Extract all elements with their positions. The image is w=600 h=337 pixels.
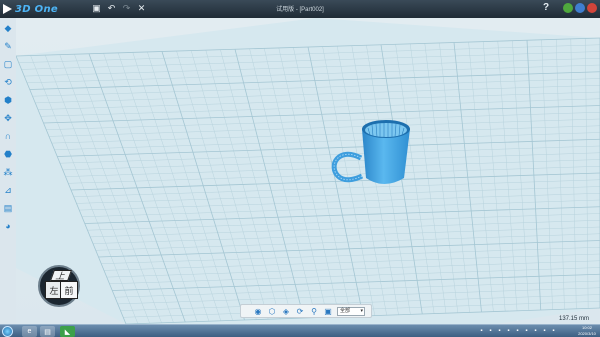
view-toolbar: ◉ ⬡ ◈ ⟳ ⚲ ▣ 全部 xyxy=(240,304,372,318)
view-eye-icon[interactable]: ◉ xyxy=(253,306,263,316)
taskbar-clock[interactable]: 10:02 2020/3/10 xyxy=(575,325,599,337)
help-button[interactable]: ? xyxy=(543,2,549,13)
sketch-edit-icon[interactable]: ▢ xyxy=(2,58,14,70)
distribute-icon[interactable]: ⁂ xyxy=(2,166,14,178)
tray-icon-5[interactable]: ▪ xyxy=(514,327,521,334)
basic-solid-icon[interactable]: ◆ xyxy=(2,22,14,34)
taskbar-explorer-icon[interactable]: ▤ xyxy=(40,326,55,337)
taskbar-ie-icon[interactable]: e xyxy=(22,326,37,337)
grid-plane xyxy=(16,18,600,324)
tray-icon-7[interactable]: ▪ xyxy=(532,327,539,334)
tray-icon-3[interactable]: ▪ xyxy=(496,327,503,334)
view-cube-icon[interactable]: ⬡ xyxy=(267,306,277,316)
maximize-button[interactable] xyxy=(575,3,585,13)
system-tray: ▪ ▪ ▪ ▪ ▪ ▪ ▪ ▪ ▪ xyxy=(478,327,557,334)
material-icon[interactable]: ⬣ xyxy=(2,148,14,160)
tray-icon-6[interactable]: ▪ xyxy=(523,327,530,334)
combine-icon[interactable]: ⬢ xyxy=(2,94,14,106)
tray-icon-4[interactable]: ▪ xyxy=(505,327,512,334)
view-rotate-icon[interactable]: ⟳ xyxy=(295,306,305,316)
left-toolbar: ◆ ✎ ▢ ⟲ ⬢ ✥ ∩ ⬣ ⁂ ⊿ ▤ ◕ xyxy=(0,18,16,324)
3d-viewport[interactable]: ◀ xyxy=(16,18,600,324)
title-bar: 3D One ▣ ↶ ↷ ✕ 试用版 - [Part002] ? xyxy=(0,0,600,18)
clock-date: 2020/3/10 xyxy=(578,331,596,336)
magnet-icon[interactable]: ∩ xyxy=(2,130,14,142)
color-icon[interactable]: ◕ xyxy=(2,220,14,232)
view-shade-icon[interactable]: ◈ xyxy=(281,306,291,316)
tray-icon-1[interactable]: ▪ xyxy=(478,327,485,334)
transform-icon[interactable]: ✥ xyxy=(2,112,14,124)
measure-icon[interactable]: ⊿ xyxy=(2,184,14,196)
view-filter-select[interactable]: 全部 xyxy=(337,306,365,316)
windows-taskbar: e ▤ ◣ ▪ ▪ ▪ ▪ ▪ ▪ ▪ ▪ ▪ 10:02 2020/3/10 xyxy=(0,324,600,337)
view-cube-top[interactable]: 上 xyxy=(49,270,73,282)
minimize-button[interactable] xyxy=(563,3,573,13)
measurement-readout: 137.15 mm xyxy=(559,316,590,322)
tray-icon-9[interactable]: ▪ xyxy=(550,327,557,334)
feature-icon[interactable]: ⟲ xyxy=(2,76,14,88)
view-cube[interactable]: 上 左 前 xyxy=(38,265,80,307)
close-window-button[interactable] xyxy=(587,3,597,13)
start-button[interactable] xyxy=(2,326,13,337)
mug-inside xyxy=(365,123,407,137)
window-title: 试用版 - [Part002] xyxy=(276,7,324,13)
view-zoom-icon[interactable]: ⚲ xyxy=(309,306,319,316)
taskbar-3done-icon[interactable]: ◣ xyxy=(60,326,75,337)
tray-icon-2[interactable]: ▪ xyxy=(487,327,494,334)
grid-canvas xyxy=(16,18,600,324)
tray-icon-8[interactable]: ▪ xyxy=(541,327,548,334)
view-cube-front[interactable]: 前 xyxy=(60,281,78,299)
view-fit-icon[interactable]: ▣ xyxy=(323,306,333,316)
library-icon[interactable]: ▤ xyxy=(2,202,14,214)
sketch-icon[interactable]: ✎ xyxy=(2,40,14,52)
